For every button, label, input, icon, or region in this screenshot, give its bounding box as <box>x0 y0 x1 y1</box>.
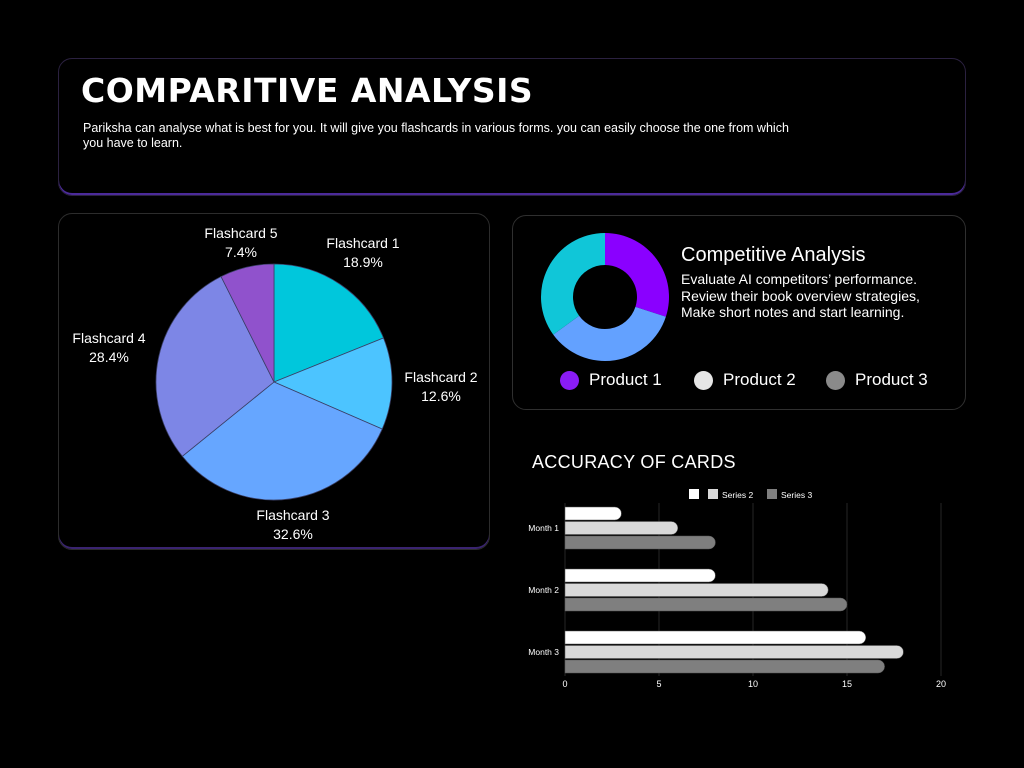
pie-label-flashcard-4: Flashcard 4 <box>72 330 145 346</box>
x-tick-label: 15 <box>842 679 852 689</box>
y-category-label-month-2: Month 2 <box>528 585 559 595</box>
pie-value-flashcard-4: 28.4% <box>89 349 129 365</box>
x-tick-label: 20 <box>936 679 946 689</box>
pie-value-flashcard-2: 12.6% <box>421 388 461 404</box>
competitive-analysis-title: Competitive Analysis <box>681 244 866 266</box>
competitive-line-2: Review their book overview strategies, <box>681 288 920 304</box>
legend-product-3: Product 3 <box>826 369 928 391</box>
pie-value-flashcard-1: 18.9% <box>343 254 383 270</box>
donut-segment-1 <box>605 233 669 317</box>
competitor-donut-chart <box>541 233 669 361</box>
bar-chart-title: ACCURACY OF CARDS <box>532 452 736 472</box>
bar-month-3-series-2 <box>564 645 904 659</box>
page-title: COMPARITIVE ANALYSIS <box>81 71 534 110</box>
pie-value-flashcard-3: 32.6% <box>273 526 313 542</box>
bar-month-1-series-3 <box>564 535 716 550</box>
pie-value-flashcard-5: 7.4% <box>225 244 257 260</box>
legend-swatch-series-2 <box>708 489 718 499</box>
bar-month-3-series-1 <box>564 630 867 645</box>
x-tick-label: 5 <box>656 679 661 689</box>
pie-label-flashcard-5: Flashcard 5 <box>204 225 277 241</box>
y-category-label-month-1: Month 1 <box>528 523 559 533</box>
competitive-line-1: Evaluate AI competitors’ performance. <box>681 271 918 287</box>
flashcard-pie-chart: Flashcard 1 18.9% Flashcard 2 12.6% Flashcar… <box>72 225 477 542</box>
y-category-label-month-3: Month 3 <box>528 647 559 657</box>
bar-month-1-series-1 <box>564 506 622 521</box>
bar-month-2-series-1 <box>564 568 716 583</box>
legend-product-1: Product 1 <box>560 369 662 391</box>
competitive-analysis-card: Competitive Analysis Evaluate AI competi… <box>512 215 966 410</box>
bar-month-2-series-3 <box>564 597 848 612</box>
x-tick-label: 0 <box>562 679 567 689</box>
pie-chart-card: Flashcard 1 18.9% Flashcard 2 12.6% Flashcar… <box>58 213 490 550</box>
bar-month-1-series-2 <box>564 521 679 535</box>
pie-label-flashcard-3: Flashcard 3 <box>256 507 329 523</box>
donut-segment-3 <box>541 233 605 335</box>
legend-product-1-label: Product 1 <box>589 370 662 389</box>
page-description: Pariksha can analyse what is best for yo… <box>83 121 789 150</box>
legend-swatch-series-1 <box>689 489 699 499</box>
legend-product-2-label: Product 2 <box>723 370 796 389</box>
legend-label-series-2: Series 2 <box>722 490 753 500</box>
product-1-dot <box>560 371 579 391</box>
x-tick-label: 10 <box>748 679 758 689</box>
legend-label-series-3: Series 3 <box>781 490 812 500</box>
bar-month-2-series-2 <box>564 583 829 597</box>
header-card: COMPARITIVE ANALYSIS Pariksha can analys… <box>58 58 966 196</box>
competitive-line-3: Make short notes and start learning. <box>681 304 905 320</box>
pie-label-flashcard-2: Flashcard 2 <box>404 369 477 385</box>
product-3-dot <box>826 371 845 391</box>
product-2-dot <box>694 371 713 391</box>
legend-product-3-label: Product 3 <box>855 370 928 389</box>
legend-product-2: Product 2 <box>694 369 796 391</box>
bar-month-3-series-3 <box>564 659 885 674</box>
pie-label-flashcard-1: Flashcard 1 <box>326 235 399 251</box>
legend-swatch-series-3 <box>767 489 777 499</box>
